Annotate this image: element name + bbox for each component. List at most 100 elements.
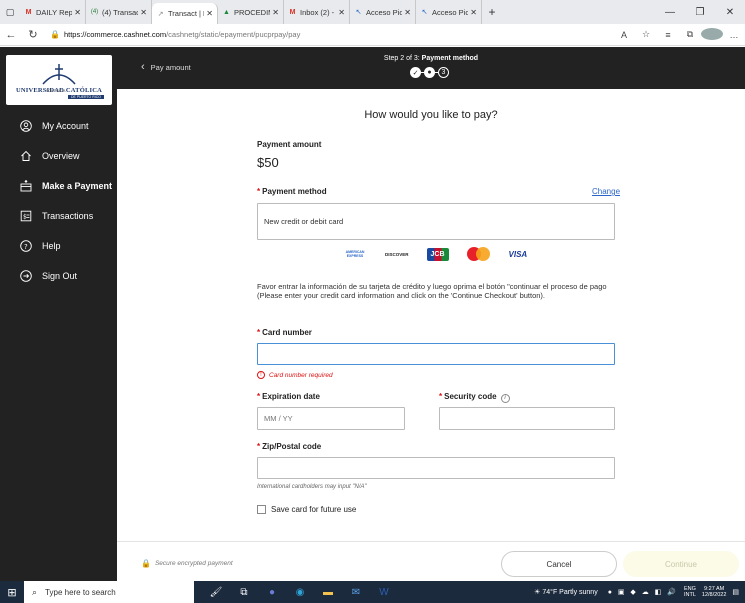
card-number-input[interactable] (257, 343, 615, 365)
card-number-label: * Card number (257, 328, 312, 337)
step-2-current-dot: ● (424, 67, 435, 78)
save-card-row[interactable]: Save card for future use (257, 505, 356, 514)
card-info-instructions: Favor entrar la información de su tarjet… (257, 282, 607, 300)
address-bar: ← ↻ 🔒 https://commerce.cashnet.com/cashn… (0, 24, 745, 46)
sidebar-item-my-account[interactable]: My Account (0, 111, 117, 141)
browser-tab[interactable]: (4) (4) Transact Payme ✕ (86, 0, 152, 24)
home-icon (20, 150, 32, 162)
search-icon: ⌕ (32, 586, 38, 597)
browser-tab[interactable]: ↖ Acceso Pioner ✕ (416, 0, 482, 24)
tab-actions-icon[interactable]: ▢ (0, 0, 20, 24)
continue-button[interactable]: Continue (623, 551, 739, 577)
payment-method-value: New credit or debit card (264, 217, 344, 226)
windows-start-icon[interactable]: ⊞ (0, 586, 24, 599)
accepted-cards: AMERICAN EXPRESS DISCOVER JCB VISA (343, 247, 545, 261)
close-icon[interactable]: ✕ (338, 8, 345, 17)
close-icon[interactable]: ✕ (140, 8, 147, 17)
refresh-icon[interactable]: ↻ (22, 28, 44, 41)
language-indicator[interactable]: ENG INTL (684, 586, 696, 598)
sidebar-item-transactions[interactable]: $ Transactions (0, 201, 117, 231)
info-icon[interactable]: i (500, 393, 510, 403)
close-window-icon[interactable]: ✕ (715, 7, 745, 18)
expiration-date-input[interactable] (257, 407, 405, 430)
task-view-icon[interactable]: ⧉ (230, 587, 258, 598)
browser-tab-active[interactable]: ↗ Transact | Make ✕ (152, 3, 218, 24)
sidebar-item-make-a-payment[interactable]: Make a Payment (0, 171, 117, 201)
teams-icon[interactable]: ● (258, 587, 286, 598)
widgets-icon[interactable]: 🖌 (202, 587, 230, 598)
sidebar-item-label: Sign Out (42, 271, 78, 281)
card-number-error: ! Card number required (257, 371, 333, 379)
logo-subtext: DE PUERTO RICO (67, 94, 104, 99)
close-icon[interactable]: ✕ (74, 8, 81, 17)
address-bar-icons: A ☆ ≡ ⧉ … (613, 27, 745, 42)
university-logo[interactable]: PONTIFICIA UNIVERSIDAD CATÓLICA DE PUERT… (6, 55, 112, 105)
close-icon[interactable]: ✕ (272, 8, 279, 17)
restore-icon[interactable]: ❐ (685, 7, 715, 18)
question-circle-icon: ? (20, 240, 32, 252)
save-card-checkbox[interactable] (257, 505, 266, 514)
zip-code-input[interactable] (257, 457, 615, 479)
page-title: How would you like to pay? (364, 109, 498, 121)
sidebar-item-label: Overview (42, 151, 80, 161)
search-placeholder: Type here to search (45, 587, 116, 597)
discover-icon: DISCOVER (385, 251, 409, 257)
sidebar-item-help[interactable]: ? Help (0, 231, 117, 261)
notifications-icon[interactable]: ▤ (732, 588, 739, 596)
security-code-label: * Security code i (439, 392, 510, 403)
close-icon[interactable]: ✕ (470, 8, 477, 17)
back-arrow-icon[interactable]: ← (0, 29, 22, 41)
browser-tab[interactable]: ↖ Acceso Pioner ✕ (350, 0, 416, 24)
step-indicator: ✓ ● 3 (410, 67, 449, 78)
step-1-check-icon: ✓ (410, 67, 421, 78)
sign-out-icon (20, 270, 32, 282)
step-prefix: Step 2 of 3: (383, 55, 420, 62)
svg-text:$: $ (23, 214, 27, 221)
more-menu-icon[interactable]: … (723, 30, 745, 40)
tray-icons[interactable]: ● ▣ ◆ ☁ ◧ 🔊 (608, 588, 678, 596)
security-code-input[interactable] (439, 407, 615, 430)
url-domain: https://commerce.cashnet.com (63, 30, 167, 39)
browser-tab[interactable]: M DAILY Report ✕ (20, 0, 86, 24)
sidebar-item-sign-out[interactable]: Sign Out (0, 261, 117, 291)
minimize-icon[interactable]: — (655, 7, 685, 18)
tab-label: PROCEDIMIEN (234, 7, 270, 17)
file-explorer-icon[interactable]: ▬ (314, 587, 342, 598)
clock[interactable]: 9:27 AM 12/8/2022 (702, 586, 726, 598)
cancel-button[interactable]: Cancel (501, 551, 617, 577)
lock-icon[interactable]: 🔒 (50, 30, 60, 39)
tab-label: Inbox (2) - teso (300, 7, 336, 17)
sidebar-item-label: Make a Payment (42, 181, 113, 191)
weather-text: 74°F Partly sunny (542, 589, 598, 596)
browser-tab[interactable]: M Inbox (2) - teso ✕ (284, 0, 350, 24)
weather-widget[interactable]: ☀ 74°F Partly sunny (534, 588, 598, 596)
gmail-icon: M (25, 8, 32, 16)
chevron-left-icon: ‹ (141, 61, 145, 73)
word-icon[interactable]: W (370, 587, 398, 598)
sidebar: PONTIFICIA UNIVERSIDAD CATÓLICA DE PUERT… (0, 47, 117, 581)
collections-icon[interactable]: ⧉ (679, 29, 701, 40)
payment-amount-label: Payment amount (257, 140, 322, 149)
close-icon[interactable]: ✕ (206, 9, 213, 18)
edge-icon[interactable]: ◉ (286, 587, 314, 598)
zip-code-label: * Zip/Postal code (257, 442, 322, 451)
pay-amount-back-link[interactable]: ‹ Pay amount (141, 61, 191, 73)
step-3-dot: 3 (438, 67, 449, 78)
profile-icon[interactable] (701, 27, 723, 42)
mastercard-icon (466, 247, 491, 261)
url-field[interactable]: 🔒 https://commerce.cashnet.com/cashnetg/… (50, 30, 607, 39)
sidebar-item-overview[interactable]: Overview (0, 141, 117, 171)
payment-method-selector[interactable]: New credit or debit card (257, 203, 615, 240)
read-aloud-icon[interactable]: A (613, 30, 635, 40)
tab-label: Acceso Pioner (432, 7, 468, 17)
new-tab-icon[interactable]: + (482, 0, 502, 24)
taskbar-search[interactable]: ⌕ Type here to search (24, 581, 194, 603)
browser-tab[interactable]: ▲ PROCEDIMIEN ✕ (218, 0, 284, 24)
tab-favicon-icon: (4) (90, 9, 99, 15)
favorites-list-icon[interactable]: ≡ (657, 30, 679, 40)
close-icon[interactable]: ✕ (404, 8, 411, 17)
change-payment-method-link[interactable]: Change (592, 187, 620, 196)
visa-icon: VISA (508, 249, 528, 259)
mail-icon[interactable]: ✉ (342, 587, 370, 598)
favorite-icon[interactable]: ☆ (635, 29, 657, 40)
